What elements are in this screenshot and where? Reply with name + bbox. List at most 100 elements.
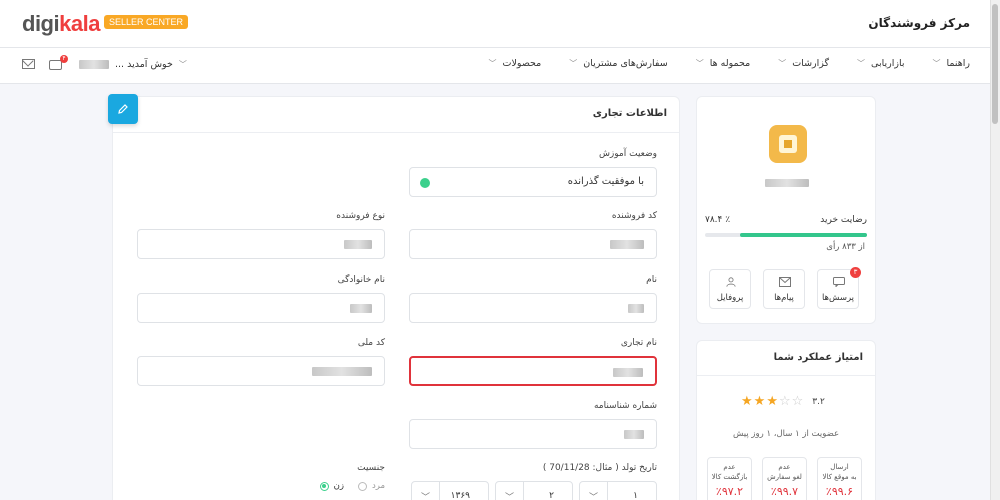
seller-code-label: کد فروشنده (611, 211, 657, 221)
logo-text-digi: digi (22, 11, 60, 36)
nav-item-label: راهنما (946, 58, 971, 69)
gender-male-label: مرد (371, 481, 385, 491)
nav-item-products[interactable]: محصولات ﹀ (489, 58, 542, 69)
gender-female-label: زن (333, 481, 344, 491)
star-filled-icon: ★ (766, 394, 779, 409)
star-empty-icon: ☆ (778, 394, 792, 409)
performance-title: امتیاز عملکرد شما (773, 352, 863, 363)
birth-date-label: تاریخ تولد ( مثال: 70/11/28 ) (542, 463, 657, 473)
metric-label: لغو سفارش (767, 473, 802, 481)
user-name-redacted (79, 59, 109, 69)
avatar-logo (779, 135, 797, 153)
performance-metrics: ارسال به موقع کالا ٪۹۹.۶ عدم لغو سفارش ٪… (707, 457, 862, 500)
site-title: مرکز فروشندگان (868, 16, 970, 30)
chevron-down-icon: ﹀ (695, 59, 704, 68)
national-id-input[interactable] (137, 356, 385, 386)
birth-date-field: تاریخ تولد ( مثال: 70/11/28 ) ۱ ﹀ ۲ ﹀ ۱۳… (411, 463, 657, 500)
chevron-down-icon: ﹀ (412, 482, 440, 500)
seller-type-input[interactable] (137, 229, 385, 259)
nav-item-label: بازاریابی (871, 58, 905, 69)
seller-name-redacted (765, 179, 809, 187)
training-status-label: وضعیت آموزش (598, 149, 657, 159)
questions-badge: ۳ (850, 267, 861, 278)
seller-center-badge: SELLER CENTER (103, 15, 188, 30)
performance-score-card: امتیاز عملکرد شما ★★★☆☆ ۳.۲ عضویت از ۱ س… (696, 340, 876, 500)
metric-no-cancellation: عدم لغو سفارش ٪۹۹.۷ (762, 457, 807, 500)
notifications-button[interactable]: ۴ (49, 55, 68, 71)
profile-button[interactable]: پروفایل (709, 269, 751, 309)
chat-icon (833, 277, 845, 287)
first-name-label: نام (646, 275, 657, 285)
last-name-field: نام خانوادگی (137, 275, 385, 323)
last-name-input[interactable] (137, 293, 385, 323)
nav-item-marketing[interactable]: بازاریابی ﹀ (857, 58, 904, 69)
birth-date-selects: ۱ ﹀ ۲ ﹀ ۱۳۶۹ ﹀ (411, 481, 657, 500)
user-menu[interactable]: ﹀ خوش آمدید ... (79, 59, 187, 70)
chevron-down-icon: ﹀ (569, 59, 578, 68)
star-filled-icon: ★ (741, 394, 754, 409)
nav-item-shipments[interactable]: محموله ها ﹀ (696, 58, 751, 69)
id-number-label: شماره شناسنامه (593, 401, 657, 411)
metric-label: بازگشت کالا (711, 473, 748, 481)
mail-icon (779, 277, 791, 287)
id-number-input[interactable] (409, 419, 657, 449)
seller-code-redacted (610, 240, 644, 249)
satisfaction-votes: از ۸۳۳ رأی (826, 242, 865, 252)
gender-option-male[interactable]: مرد (357, 481, 385, 491)
radio-selected-icon (319, 481, 329, 491)
metric-no-return: عدم بازگشت کالا ٪۹۷.۲ (707, 457, 752, 500)
nav-item-help[interactable]: راهنما ﹀ (933, 58, 971, 69)
scrollbar-thumb[interactable] (992, 4, 998, 124)
national-id-label: کد ملی (357, 338, 385, 348)
gender-option-female[interactable]: زن (319, 481, 344, 491)
first-name-input[interactable] (409, 293, 657, 323)
trade-name-label: نام تجاری (620, 338, 657, 348)
seller-profile-card: رضایت خرید ٪ ۷۸.۴ از ۸۳۳ رأی پروفایل پیا… (696, 96, 876, 324)
nav-item-label: محموله ها (709, 58, 751, 69)
chevron-down-icon: ﹀ (178, 59, 187, 69)
metric-value: ٪۹۷.۲ (715, 485, 744, 498)
user-icon (726, 277, 736, 287)
seller-code-input[interactable] (409, 229, 657, 259)
profile-actions: پروفایل پیام‌ها ۳ پرسش‌ها (709, 267, 861, 309)
metric-value: ٪۹۹.۶ (825, 485, 854, 498)
satisfaction-progress-bar (705, 233, 867, 237)
card-header: اطلاعات تجاری (108, 94, 679, 133)
trade-name-redacted (613, 368, 643, 377)
metric-label: عدم (723, 463, 736, 471)
birth-month-select[interactable]: ۲ ﹀ (495, 481, 573, 500)
nav-item-orders[interactable]: سفارش‌های مشتریان ﹀ (569, 58, 667, 69)
status-success-dot (420, 178, 430, 188)
seller-avatar (769, 125, 807, 163)
satisfaction-value: ٪ ۷۸.۴ (705, 215, 731, 225)
birth-day-select[interactable]: ۱ ﹀ (579, 481, 657, 500)
gender-radio-group: زن مرد (319, 481, 385, 491)
metric-value: ٪۹۹.۷ (770, 485, 799, 498)
seller-type-label: نوع فروشنده (336, 211, 385, 221)
first-name-redacted (628, 304, 644, 313)
chevron-down-icon: ﹀ (496, 482, 524, 500)
chevron-down-icon: ﹀ (857, 59, 866, 68)
digikala-logo[interactable]: digikala SELLER CENTER (22, 11, 188, 37)
star-filled-icon: ★ (753, 394, 767, 409)
nav-item-label: سفارش‌های مشتریان (583, 58, 668, 69)
metric-label: به موقع کالا (822, 473, 857, 481)
page-scrollbar[interactable] (990, 0, 1000, 500)
metric-label: عدم (778, 463, 791, 471)
mail-icon[interactable] (22, 59, 35, 69)
birth-year-select[interactable]: ۱۳۶۹ ﹀ (411, 481, 489, 500)
chevron-down-icon: ﹀ (932, 59, 941, 68)
edit-button[interactable] (108, 94, 138, 124)
seller-type-field: نوع فروشنده (137, 211, 385, 259)
messages-button[interactable]: پیام‌ها (763, 269, 805, 309)
satisfaction-progress-fill (740, 233, 867, 237)
nav-item-reports[interactable]: گزارشات ﹀ (778, 58, 829, 69)
trade-name-input[interactable] (409, 356, 657, 386)
chevron-down-icon: ﹀ (778, 59, 787, 68)
metric-on-time-delivery: ارسال به موقع کالا ٪۹۹.۶ (817, 457, 862, 500)
welcome-text: خوش آمدید ... (115, 58, 173, 70)
national-id-redacted (312, 367, 372, 376)
logo-text-kala: kala (59, 11, 100, 36)
questions-button[interactable]: ۳ پرسش‌ها (817, 267, 861, 309)
membership-duration: عضویت از ۱ سال، ۱ روز پیش (732, 429, 840, 439)
